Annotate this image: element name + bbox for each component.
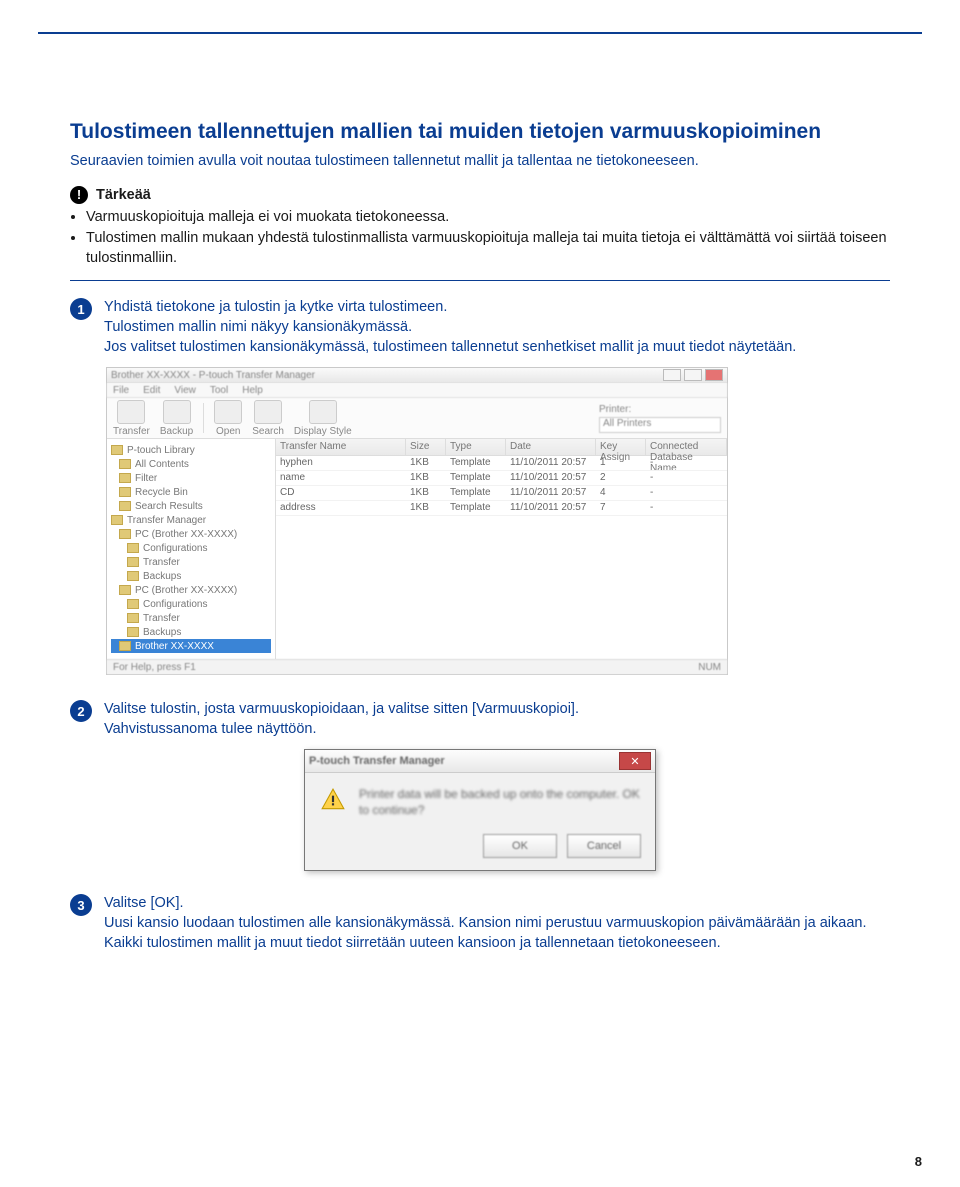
printer-select[interactable]: All Printers bbox=[599, 417, 721, 433]
tree-item[interactable]: Configurations bbox=[111, 541, 271, 555]
step-number-badge: 2 bbox=[70, 700, 92, 722]
page-number: 8 bbox=[915, 1154, 922, 1169]
important-block: ! Tärkeää Varmuuskopioituja malleja ei v… bbox=[70, 186, 890, 269]
printer-label: Printer: bbox=[599, 404, 721, 415]
tree-item[interactable]: Transfer bbox=[111, 611, 271, 625]
status-bar: For Help, press F1 NUM bbox=[107, 659, 727, 674]
tree-item[interactable]: PC (Brother XX-XXXX) bbox=[111, 527, 271, 541]
toolbar-displaystyle-button[interactable]: Display Style bbox=[294, 400, 352, 437]
step-number-badge: 1 bbox=[70, 298, 92, 320]
menubar: File Edit View Tool Help bbox=[107, 383, 727, 398]
col-type[interactable]: Type bbox=[446, 439, 506, 455]
close-button[interactable] bbox=[705, 369, 723, 381]
toolbar-open-button[interactable]: Open bbox=[214, 400, 242, 437]
step-text: Yhdistä tietokone ja tulostin ja kytke v… bbox=[104, 297, 890, 317]
step-number-badge: 3 bbox=[70, 894, 92, 916]
divider bbox=[70, 280, 890, 281]
table-row[interactable]: address1KBTemplate11/10/2011 20:577- bbox=[276, 501, 727, 516]
app-window: Brother XX-XXXX - P-touch Transfer Manag… bbox=[106, 367, 728, 675]
page-title: Tulostimeen tallennettujen mallien tai m… bbox=[70, 120, 890, 144]
tree-item[interactable]: Brother XX-XXXX bbox=[111, 639, 271, 653]
dialog-title: P-touch Transfer Manager bbox=[309, 755, 445, 767]
dialog-ok-button[interactable]: OK bbox=[483, 834, 557, 858]
toolbar-separator bbox=[203, 403, 204, 433]
tree-item[interactable]: PC (Brother XX-XXXX) bbox=[111, 583, 271, 597]
list-view: Transfer Name Size Type Date Key Assign … bbox=[276, 439, 727, 659]
tree-item[interactable]: Configurations bbox=[111, 597, 271, 611]
warning-icon bbox=[319, 787, 347, 813]
col-size[interactable]: Size bbox=[406, 439, 446, 455]
column-headers[interactable]: Transfer Name Size Type Date Key Assign … bbox=[276, 439, 727, 456]
tree-item[interactable]: Backups bbox=[111, 569, 271, 583]
tree-item[interactable]: Backups bbox=[111, 625, 271, 639]
col-name[interactable]: Transfer Name bbox=[276, 439, 406, 455]
table-row[interactable]: name1KBTemplate11/10/2011 20:572- bbox=[276, 471, 727, 486]
titlebar: Brother XX-XXXX - P-touch Transfer Manag… bbox=[107, 368, 727, 383]
tree-item[interactable]: Filter bbox=[111, 471, 271, 485]
tree-item[interactable]: Transfer bbox=[111, 555, 271, 569]
confirmation-dialog: P-touch Transfer Manager ✕ Printer data … bbox=[304, 749, 656, 871]
important-icon: ! bbox=[70, 186, 88, 204]
dialog-close-button[interactable]: ✕ bbox=[619, 752, 651, 770]
tree-item[interactable]: All Contents bbox=[111, 457, 271, 471]
step-1: 1 Yhdistä tietokone ja tulostin ja kytke… bbox=[70, 297, 890, 357]
tree-view[interactable]: P-touch LibraryAll ContentsFilterRecycle… bbox=[107, 439, 276, 659]
menu-item[interactable]: Edit bbox=[143, 385, 160, 396]
menu-item[interactable]: File bbox=[113, 385, 129, 396]
col-date[interactable]: Date bbox=[506, 439, 596, 455]
menu-item[interactable]: Tool bbox=[210, 385, 228, 396]
window-title: Brother XX-XXXX - P-touch Transfer Manag… bbox=[111, 370, 315, 381]
minimize-button[interactable] bbox=[663, 369, 681, 381]
tree-item[interactable]: Transfer Manager bbox=[111, 513, 271, 527]
tree-item[interactable]: Recycle Bin bbox=[111, 485, 271, 499]
step-text: Vahvistussanoma tulee näyttöön. bbox=[104, 719, 890, 739]
lead-paragraph: Seuraavien toimien avulla voit noutaa tu… bbox=[70, 152, 890, 172]
header-rule bbox=[38, 32, 922, 34]
table-row[interactable]: hyphen1KBTemplate11/10/2011 20:571- bbox=[276, 456, 727, 471]
status-text: For Help, press F1 bbox=[113, 662, 196, 673]
step-text: Uusi kansio luodaan tulostimen alle kans… bbox=[104, 913, 890, 953]
step-text: Valitse tulostin, josta varmuuskopioidaa… bbox=[104, 699, 890, 719]
toolbar-search-button[interactable]: Search bbox=[252, 400, 284, 437]
menu-item[interactable]: Help bbox=[242, 385, 263, 396]
step-text: Tulostimen mallin nimi näkyy kansionäkym… bbox=[104, 317, 890, 337]
dialog-message: Printer data will be backed up onto the … bbox=[359, 787, 641, 818]
step-text: Valitse [OK]. bbox=[104, 893, 890, 913]
step-text: Jos valitset tulostimen kansionäkymässä,… bbox=[104, 337, 890, 357]
step-2: 2 Valitse tulostin, josta varmuuskopioid… bbox=[70, 699, 890, 739]
toolbar: Transfer Backup Open Search Display Styl… bbox=[107, 398, 727, 439]
maximize-button[interactable] bbox=[684, 369, 702, 381]
dialog-titlebar: P-touch Transfer Manager ✕ bbox=[305, 750, 655, 773]
important-label: Tärkeää bbox=[96, 187, 151, 203]
important-item: Varmuuskopioituja malleja ei voi muokata… bbox=[86, 208, 890, 228]
col-key[interactable]: Key Assign bbox=[596, 439, 646, 455]
list-body[interactable]: hyphen1KBTemplate11/10/2011 20:571-name1… bbox=[276, 456, 727, 659]
table-row[interactable]: CD1KBTemplate11/10/2011 20:574- bbox=[276, 486, 727, 501]
col-conn[interactable]: Connected Database Name bbox=[646, 439, 727, 455]
toolbar-backup-button[interactable]: Backup bbox=[160, 400, 193, 437]
tree-item[interactable]: Search Results bbox=[111, 499, 271, 513]
toolbar-transfer-button[interactable]: Transfer bbox=[113, 400, 150, 437]
important-item: Tulostimen mallin mukaan yhdestä tulosti… bbox=[86, 229, 890, 268]
status-num: NUM bbox=[698, 662, 721, 673]
step-3: 3 Valitse [OK]. Uusi kansio luodaan tulo… bbox=[70, 893, 890, 953]
dialog-cancel-button[interactable]: Cancel bbox=[567, 834, 641, 858]
menu-item[interactable]: View bbox=[174, 385, 196, 396]
tree-item[interactable]: P-touch Library bbox=[111, 443, 271, 457]
